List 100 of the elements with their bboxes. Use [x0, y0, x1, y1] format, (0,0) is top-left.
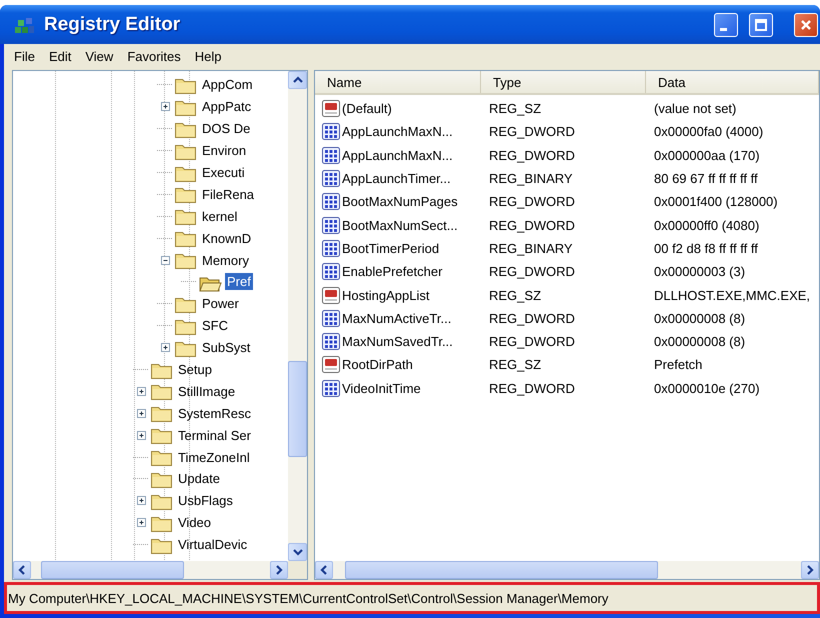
expand-icon[interactable] — [160, 102, 170, 112]
value-data: 0x00000008 (8) — [653, 310, 746, 326]
tree-item[interactable]: StillImage — [176, 382, 238, 400]
value-type: REG_BINARY — [488, 240, 574, 256]
value-data: Prefetch — [653, 357, 704, 372]
tree-item[interactable]: Setup — [176, 361, 214, 378]
horizontal-scrollbar[interactable] — [315, 561, 819, 579]
tree-item[interactable]: TimeZoneInl — [176, 448, 252, 466]
tree-item[interactable]: FileRena — [200, 186, 256, 203]
value-name[interactable]: MaxNumSavedTr... — [342, 334, 453, 350]
tree-item[interactable]: Update — [176, 470, 222, 488]
scroll-left-button[interactable] — [315, 561, 333, 579]
column-header[interactable]: Name — [315, 71, 481, 93]
menu-item[interactable]: Help — [188, 46, 230, 66]
value-type: REG_DWORD — [488, 380, 576, 396]
value-name[interactable]: BootMaxNumSect... — [342, 218, 458, 233]
menu-item[interactable]: Favorites — [121, 46, 189, 66]
tree-item[interactable]: KnownD — [200, 230, 254, 247]
collapse-icon[interactable] — [160, 256, 170, 265]
tree-item[interactable]: AppCom — [200, 76, 255, 94]
tree-item[interactable]: DOS De — [200, 120, 252, 138]
value-name[interactable]: AppLaunchMaxN... — [342, 124, 453, 140]
tree-item[interactable]: Video — [176, 514, 214, 532]
value-type: REG_DWORD — [488, 194, 576, 210]
horizontal-scrollbar[interactable] — [13, 561, 288, 579]
binary-value-icon — [321, 192, 341, 212]
value-type: REG_DWORD — [488, 310, 576, 326]
close-button[interactable] — [794, 12, 818, 36]
minimize-button[interactable] — [714, 12, 738, 36]
value-type: REG_SZ — [488, 101, 542, 116]
tree-item[interactable]: AppPatc — [200, 98, 254, 116]
close-icon — [799, 18, 813, 32]
scroll-right-button[interactable] — [270, 561, 288, 579]
status-bar: My Computer\HKEY_LOCAL_MACHINE\SYSTEM\CurrentControlSet\Control\Session Manager\Memory — [4, 582, 820, 614]
tree-item[interactable]: Memory — [200, 252, 251, 269]
binary-value-icon — [321, 332, 341, 352]
scroll-up-button[interactable] — [288, 71, 307, 89]
tree-item[interactable]: Executi — [200, 164, 247, 181]
binary-value-icon — [321, 262, 341, 282]
scroll-down-button[interactable] — [288, 543, 307, 561]
value-type: REG_DWORD — [488, 124, 576, 140]
value-name[interactable]: EnablePrefetcher — [342, 264, 442, 280]
menu-item[interactable]: Edit — [42, 46, 80, 66]
column-header[interactable]: Data — [646, 71, 819, 93]
value-data: 0x00000fa0 (4000) — [653, 124, 764, 140]
value-name[interactable]: HostingAppList — [342, 288, 430, 303]
scrollbar-thumb[interactable] — [344, 561, 658, 579]
scroll-left-button[interactable] — [13, 561, 31, 579]
string-value-icon — [321, 99, 341, 118]
value-name[interactable]: RootDirPath — [342, 357, 413, 372]
value-type: REG_DWORD — [488, 218, 576, 233]
tree-item[interactable]: SubSyst — [200, 339, 252, 356]
value-data: 00 f2 d8 f8 ff ff ff ff — [653, 240, 759, 256]
value-name[interactable]: MaxNumActiveTr... — [342, 310, 452, 326]
scrollbar-corner — [288, 561, 307, 579]
expand-icon[interactable] — [160, 343, 170, 352]
tree-item[interactable]: kernel — [200, 208, 240, 225]
value-name[interactable]: (Default) — [342, 101, 392, 116]
binary-value-icon — [321, 378, 341, 398]
value-name[interactable]: AppLaunchTimer... — [342, 171, 451, 186]
tree-item[interactable]: Terminal Ser — [176, 426, 253, 444]
value-type: REG_BINARY — [488, 171, 574, 186]
menu-item[interactable]: File — [8, 46, 43, 66]
value-name[interactable]: AppLaunchMaxN... — [342, 148, 453, 163]
value-name[interactable]: BootTimerPeriod — [342, 240, 440, 256]
binary-value-icon — [321, 216, 341, 235]
scroll-right-button[interactable] — [801, 561, 819, 579]
tree-item[interactable]: SystemResc — [176, 404, 253, 422]
value-type: REG_SZ — [488, 288, 542, 303]
maximize-icon — [754, 18, 768, 32]
binary-value-icon — [321, 146, 341, 165]
binary-value-icon — [321, 169, 341, 188]
value-name[interactable]: BootMaxNumPages — [342, 194, 458, 210]
column-header[interactable]: Type — [481, 71, 646, 93]
vertical-scrollbar[interactable] — [288, 71, 307, 561]
expand-icon[interactable] — [136, 408, 146, 418]
maximize-button[interactable] — [749, 12, 773, 36]
expand-icon[interactable] — [136, 386, 146, 396]
scrollbar-thumb[interactable] — [288, 361, 307, 457]
binary-value-icon — [321, 238, 341, 258]
value-type: REG_SZ — [488, 357, 542, 372]
string-value-icon — [321, 355, 341, 374]
expand-icon[interactable] — [136, 518, 146, 528]
tree-item[interactable]: VirtualDevic — [176, 536, 250, 554]
expand-icon[interactable] — [136, 430, 146, 440]
window-title: Registry Editor — [44, 14, 182, 36]
value-name[interactable]: VideoInitTime — [342, 380, 421, 396]
tree-item[interactable]: UsbFlags — [176, 492, 235, 510]
value-data: 0x0001f400 (128000) — [653, 194, 779, 210]
menu-item[interactable]: View — [79, 46, 122, 66]
tree-item[interactable]: Environ — [200, 142, 248, 160]
scrollbar-thumb[interactable] — [40, 561, 184, 579]
value-type: REG_DWORD — [488, 334, 576, 350]
expand-icon[interactable] — [136, 496, 146, 506]
tree-item[interactable]: SFC — [200, 317, 230, 334]
tree-item[interactable]: Pref — [225, 273, 253, 290]
value-data: 0x000000aa (170) — [653, 148, 761, 163]
tree-item[interactable]: Power — [200, 295, 241, 312]
value-data: DLLHOST.EXE,MMC.EXE, — [653, 288, 812, 303]
value-data: 0x00000008 (8) — [653, 334, 746, 350]
